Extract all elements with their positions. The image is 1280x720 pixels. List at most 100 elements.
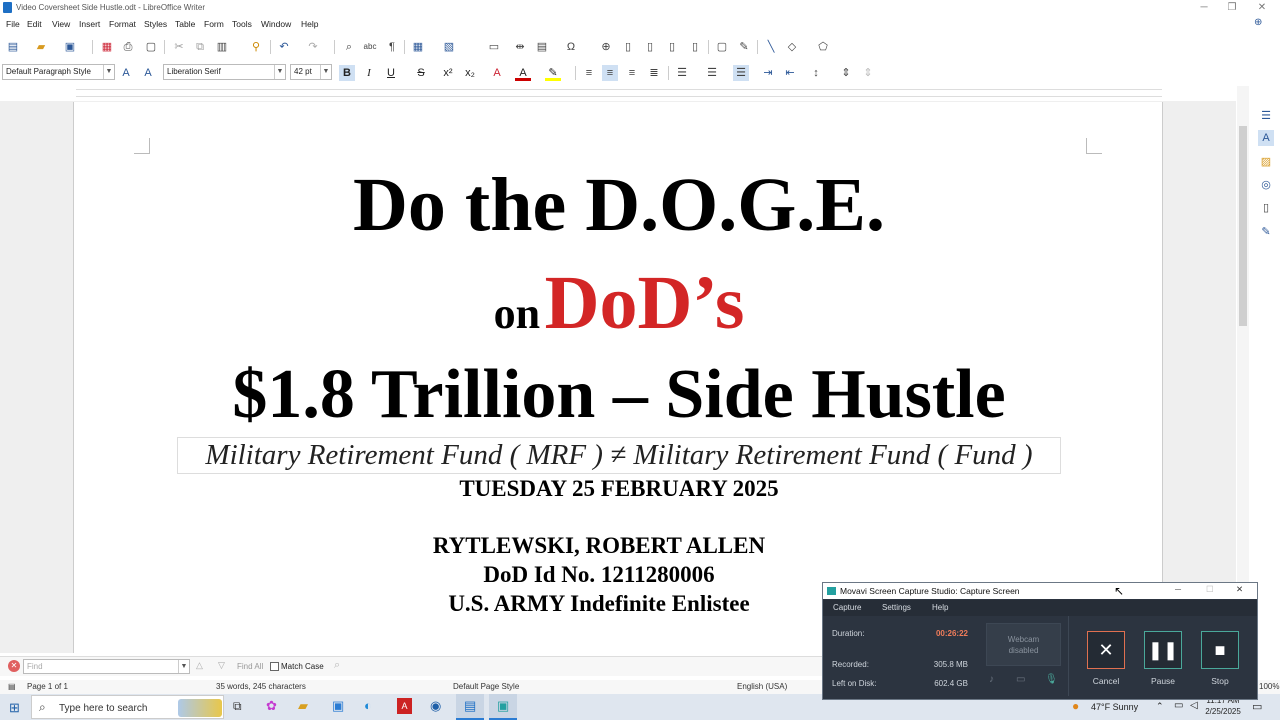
page-icon[interactable]: ▯ [1258,200,1274,216]
volume-icon[interactable]: ◁ [1190,700,1198,711]
font-color-button[interactable]: A [515,65,531,81]
chrome-icon[interactable]: ◉ [430,698,441,714]
new-style-icon[interactable]: A [140,65,156,81]
microphone-icon[interactable]: 🎙 [1045,674,1058,685]
globe-icon[interactable]: ⊕ [1254,17,1262,28]
hyperlink-icon[interactable]: ⊕ [598,39,614,55]
decrease-indent-icon[interactable]: ⇤ [782,65,798,81]
styles-icon[interactable]: A [1258,130,1274,146]
clock-date[interactable]: 2/25/2025 [1203,707,1243,716]
paragraph-spacing-icon[interactable]: ⇕ [838,65,854,81]
outline-list-icon[interactable]: ☰ [733,65,749,81]
find-next-icon[interactable]: ▽ [218,660,225,671]
menu-help[interactable]: Help [301,19,318,29]
status-word-count[interactable]: 35 words, 245 characters [216,682,306,691]
bullet-list-icon[interactable]: ☰ [674,65,690,81]
movavi-menu-settings[interactable]: Settings [882,603,911,612]
insert-field-icon[interactable]: ▤ [534,39,550,55]
numbered-list-icon[interactable]: ☰ [704,65,720,81]
print-preview-icon[interactable]: ▢ [143,39,159,55]
menu-window[interactable]: Window [261,19,291,29]
font-size-select[interactable]: 42 pt ▼ [290,64,332,80]
close-button[interactable]: ✕ [1248,0,1276,16]
insert-image-icon[interactable]: ▧ [441,39,457,55]
system-audio-icon[interactable]: ♪ [989,674,994,685]
superscript-button[interactable]: x² [440,65,456,81]
movavi-close-button[interactable]: ✕ [1236,584,1243,595]
align-center-button[interactable]: ≡ [602,65,618,81]
clear-formatting-icon[interactable]: A [489,65,505,81]
acrobat-icon[interactable]: A [397,698,412,714]
network-icon[interactable]: ▭ [1174,700,1183,711]
draw-functions-icon[interactable]: ⬠ [815,39,831,55]
movavi-minimize-button[interactable]: ─ [1175,584,1181,594]
menu-tools[interactable]: Tools [232,19,252,29]
clone-formatting-icon[interactable]: ⚲ [248,39,264,55]
subscript-button[interactable]: x₂ [462,65,478,81]
formula-object[interactable]: Military Retirement Fund ( MRF ) ≠ Milit… [177,437,1061,474]
menu-file[interactable]: File [6,19,20,29]
update-style-icon[interactable]: A [118,65,134,81]
horizontal-ruler[interactable] [0,86,1236,100]
line-spacing-icon[interactable]: ↕ [808,65,824,81]
formatting-marks-icon[interactable]: ¶ [384,39,400,55]
insert-table-icon[interactable]: ▦ [410,39,426,55]
redo-icon[interactable]: ↷ [305,39,321,55]
status-page[interactable]: Page 1 of 1 [27,682,68,691]
find-input[interactable]: Find ▼ [23,659,190,674]
gallery-icon[interactable]: ▨ [1258,154,1274,170]
scrollbar-thumb[interactable] [1239,126,1247,326]
windows-start-icon[interactable]: ⊞ [9,700,20,716]
status-zoom[interactable]: 100% [1259,682,1279,691]
webcam-toggle-icon[interactable]: ▭ [1016,674,1025,685]
italic-button[interactable]: I [361,65,377,81]
menu-view[interactable]: View [52,19,70,29]
menu-edit[interactable]: Edit [27,19,42,29]
stop-button[interactable]: ■ [1201,631,1239,669]
restore-button[interactable]: ❐ [1218,0,1246,16]
menu-insert[interactable]: Insert [79,19,100,29]
track-changes-icon[interactable]: ✎ [736,39,752,55]
style-inspector-icon[interactable]: ✎ [1258,224,1274,240]
pause-button[interactable]: ❚❚ [1144,631,1182,669]
menu-form[interactable]: Form [204,19,224,29]
special-character-icon[interactable]: Ω [563,39,579,55]
notification-icon[interactable]: ▭ [1252,700,1262,713]
bold-button[interactable]: B [339,65,355,81]
shapes-icon[interactable]: ◇ [784,39,800,55]
increase-indent-icon[interactable]: ⇥ [760,65,776,81]
close-findbar-icon[interactable]: ✕ [8,660,20,672]
find-previous-icon[interactable]: △ [196,660,203,671]
paste-icon[interactable]: ▥ [214,39,230,55]
minimize-button[interactable]: ─ [1190,0,1218,16]
page-break-icon[interactable]: ⇹ [512,39,528,55]
match-case-checkbox[interactable] [270,662,279,671]
movavi-menu-capture[interactable]: Capture [833,603,861,612]
menu-table[interactable]: Table [175,19,195,29]
underline-button[interactable]: U [383,65,399,81]
comment-icon[interactable]: ▢ [714,39,730,55]
screen-icon[interactable]: ▣ [332,698,344,714]
spacing-icon[interactable]: ⇕ [860,65,876,81]
export-pdf-icon[interactable]: ▦ [99,39,115,55]
properties-icon[interactable]: ☰ [1258,108,1274,124]
task-view-icon[interactable]: ⧉ [233,699,242,714]
menu-format[interactable]: Format [109,19,136,29]
movavi-title-bar[interactable]: Movavi Screen Capture Studio: Capture Sc… [823,583,1257,599]
taskbar-search-box[interactable]: ⌕ Type here to search [31,695,224,719]
justify-button[interactable]: ≣ [646,65,662,81]
navigator-icon[interactable]: ◎ [1258,177,1274,193]
spelling-icon[interactable]: abc [362,39,378,55]
weather-icon[interactable]: ● [1072,699,1079,713]
cut-icon[interactable]: ✂ [171,39,187,55]
vertical-scrollbar[interactable] [1237,86,1249,653]
align-left-button[interactable]: ≡ [581,65,597,81]
find-all-button[interactable]: Find All [237,662,263,671]
document-page[interactable]: Do the D.O.G.E. on DoD’s $1.8 Trillion –… [73,102,1163,653]
status-language[interactable]: English (USA) [737,682,787,691]
print-icon[interactable]: ⎙ [120,39,136,55]
new-document-icon[interactable]: ▤ [5,39,21,55]
status-page-style[interactable]: Default Page Style [453,682,519,691]
movavi-maximize-button[interactable]: ☐ [1206,584,1214,595]
weather-text[interactable]: 47°F Sunny [1091,702,1138,712]
